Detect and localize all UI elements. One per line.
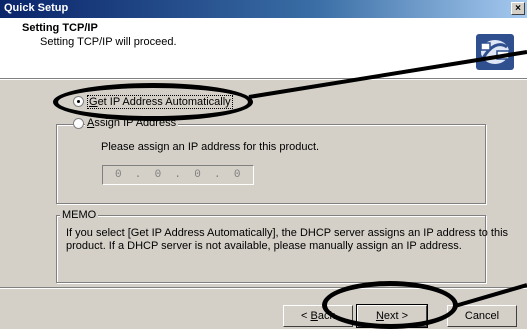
title-bar: Quick Setup × xyxy=(0,0,527,18)
page-title: Setting TCP/IP xyxy=(22,22,98,34)
network-setup-icon xyxy=(476,34,514,70)
ip-address-input[interactable]: 0 . 0 . 0 . 0 xyxy=(102,165,254,185)
page-subtitle: Setting TCP/IP will proceed. xyxy=(40,36,177,48)
header-divider xyxy=(0,79,527,80)
footer-divider-highlight xyxy=(0,288,527,289)
window-title: Quick Setup xyxy=(4,2,69,14)
assign-ip-group xyxy=(56,124,486,204)
memo-text-line2: product. If a DHCP server is not availab… xyxy=(66,240,462,252)
memo-legend: MEMO xyxy=(60,209,99,221)
close-icon: × xyxy=(515,3,521,14)
assign-ip-radio[interactable] xyxy=(73,118,84,129)
annotation-circle-next xyxy=(322,281,458,329)
annotation-circle-auto-ip xyxy=(53,83,253,121)
memo-text-line1: If you select [Get IP Address Automatica… xyxy=(66,227,509,239)
assign-ip-description: Please assign an IP address for this pro… xyxy=(101,141,320,153)
cancel-button[interactable]: Cancel xyxy=(447,305,517,327)
close-button[interactable]: × xyxy=(511,2,525,15)
